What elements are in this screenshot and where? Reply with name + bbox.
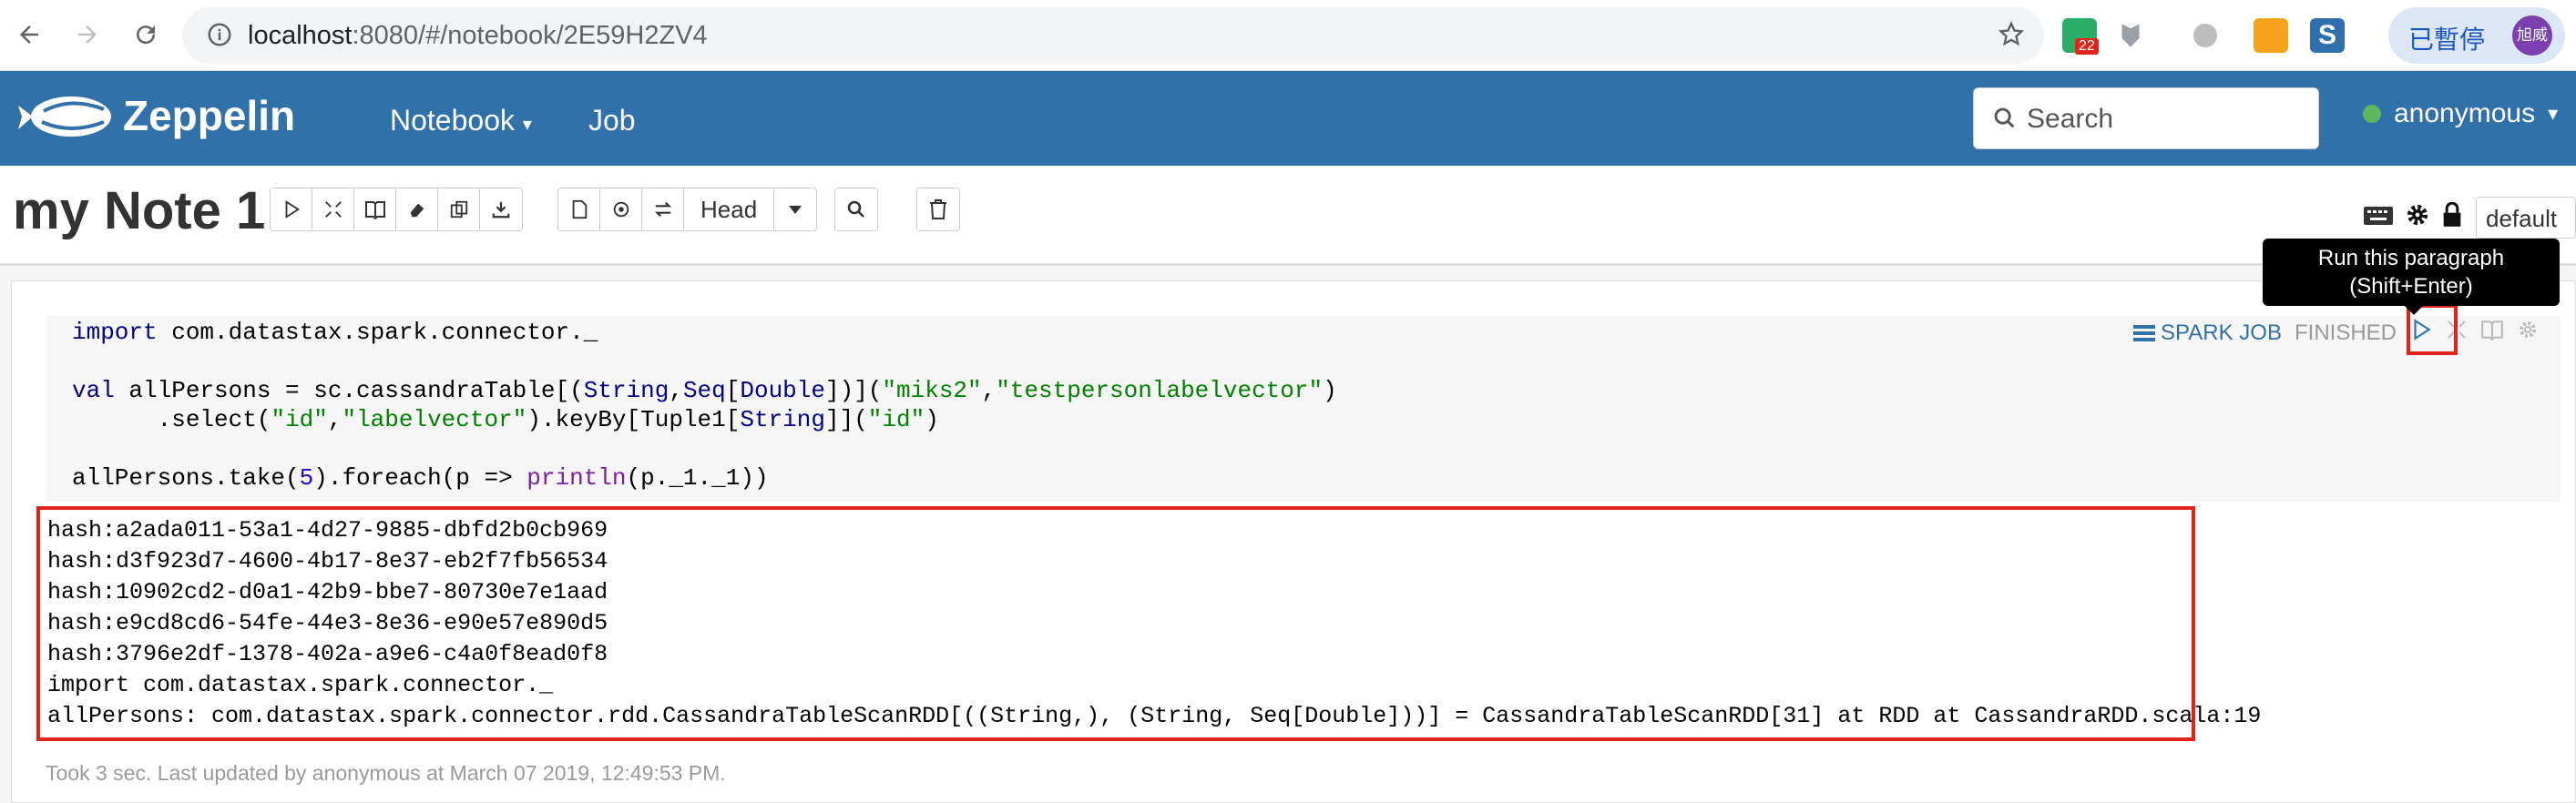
extension-badge: 22 [2075, 38, 2099, 55]
profile-button[interactable]: 已暫停 旭威 [2388, 7, 2565, 64]
hide-output-icon[interactable] [2480, 319, 2504, 347]
circle-extension-icon[interactable] [2193, 24, 2217, 47]
trash-icon [917, 188, 959, 230]
address-bar[interactable]: localhost:8080/#/notebook/2E59H2ZV4 [182, 7, 2044, 64]
delete-note-button[interactable] [916, 188, 960, 231]
paragraph-output: hash:a2ada011-53a1-4d27-9885-dbfd2b0cb96… [36, 506, 2261, 741]
search-icon [1992, 106, 2018, 136]
paragraph-footer: Took 3 sec. Last updated by anonymous at… [46, 761, 726, 785]
eraser-icon[interactable] [396, 188, 438, 230]
gear-icon[interactable] [2405, 202, 2430, 232]
search-input[interactable]: Search [1973, 87, 2319, 149]
output-text: hash:a2ada011-53a1-4d27-9885-dbfd2b0cb96… [47, 517, 2262, 729]
commit-icon[interactable] [558, 188, 600, 230]
spark-job-label: SPARK JOB [2161, 320, 2282, 345]
interpreter-select[interactable]: default ▾ [2476, 197, 2576, 259]
star-icon[interactable] [1997, 20, 2026, 54]
interpreter-label: default [2486, 205, 2558, 232]
notebook-menu[interactable]: Notebook ▾ [390, 104, 532, 137]
export-icon[interactable] [480, 188, 522, 230]
shield-extension-icon[interactable] [2113, 18, 2148, 53]
search-placeholder: Search [2027, 104, 2114, 134]
job-menu[interactable]: Job [588, 104, 636, 137]
compare-icon[interactable] [642, 188, 684, 230]
url-text: localhost:8080/#/notebook/2E59H2ZV4 [248, 21, 708, 50]
status-badge: FINISHED [2294, 320, 2397, 345]
forward-icon[interactable] [66, 13, 109, 56]
caret-down-icon[interactable] [774, 188, 816, 230]
hide-code-icon[interactable] [312, 188, 354, 230]
notebook-menu-label: Notebook [390, 104, 515, 137]
online-status-icon [2363, 105, 2381, 123]
avatar: 旭威 [2512, 15, 2552, 56]
code-text: import com.datastax.spark.connector._ va… [72, 319, 1337, 492]
reload-icon[interactable] [124, 13, 168, 56]
tooltip-line-1: Run this paragraph [2317, 246, 2505, 270]
app-navbar: Zeppelin Notebook ▾ Job Search anonymous… [0, 71, 2576, 166]
caret-down-icon: ▾ [522, 115, 532, 135]
note-header: my Note 1 Head default ▾ [0, 166, 2576, 266]
run-all-icon[interactable] [271, 188, 312, 230]
page-title[interactable]: my Note 1 [13, 180, 265, 241]
s-extension-icon[interactable]: S [2310, 18, 2345, 53]
clone-icon[interactable] [438, 188, 480, 230]
brand-name[interactable]: Zeppelin [123, 91, 295, 140]
back-icon[interactable] [7, 13, 51, 56]
search-icon [835, 188, 877, 230]
tooltip-line-2: (Shift+Enter) [2349, 274, 2473, 299]
zeppelin-logo-icon[interactable] [16, 89, 113, 150]
username: anonymous [2394, 98, 2536, 128]
revision-icon[interactable] [600, 188, 642, 230]
paragraph-settings-icon[interactable] [2517, 319, 2539, 347]
orange-extension-icon[interactable] [2254, 18, 2288, 53]
caret-down-icon: ▾ [2548, 102, 2559, 125]
hide-output-icon[interactable] [354, 188, 396, 230]
spark-job-link[interactable]: SPARK JOB [2133, 320, 2282, 346]
list-icon [2133, 324, 2156, 341]
version-control-group: Head [557, 188, 818, 231]
info-icon[interactable] [206, 21, 233, 53]
paragraph-controls: SPARK JOB FINISHED [2133, 318, 2539, 348]
user-menu[interactable]: anonymous ▾ [2363, 98, 2558, 129]
profile-status: 已暫停 [2408, 25, 2486, 54]
search-code-button[interactable] [834, 188, 878, 231]
run-tooltip: Run this paragraph (Shift+Enter) [2263, 239, 2560, 315]
note-actions-group [270, 188, 523, 231]
revision-select[interactable]: Head [684, 188, 775, 230]
lock-icon[interactable] [2441, 201, 2463, 232]
keyboard-icon[interactable] [2363, 206, 2394, 230]
line-extension-icon[interactable]: 22 [2062, 18, 2099, 55]
browser-toolbar: localhost:8080/#/notebook/2E59H2ZV4 22 S… [0, 0, 2576, 71]
